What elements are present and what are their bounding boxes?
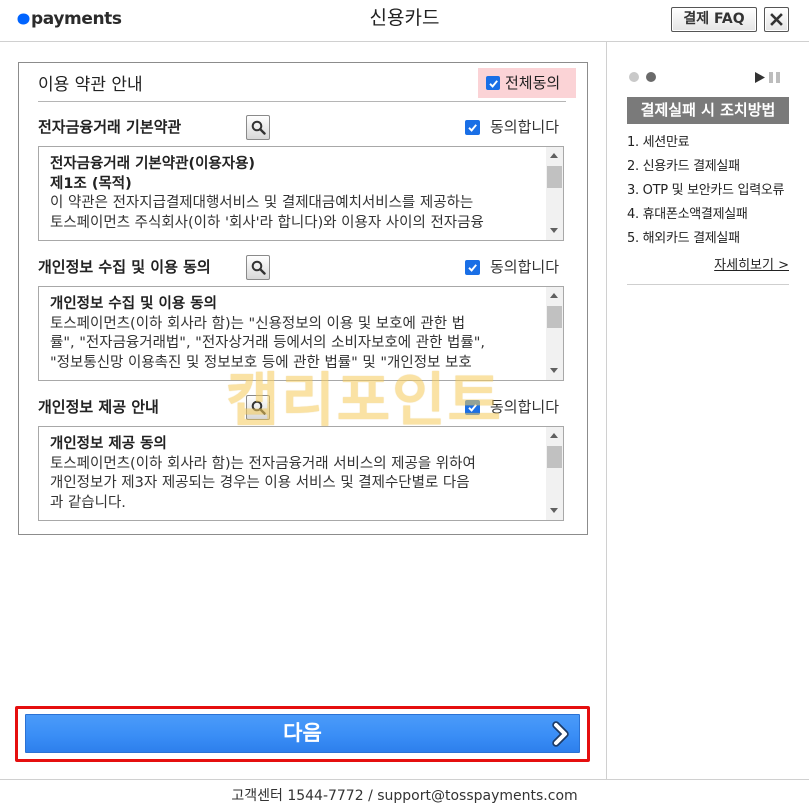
play-icon[interactable] [755,72,765,83]
terms-heading: 이용 약관 안내 [38,75,143,95]
checkmark-icon [488,79,498,88]
view-terms-button[interactable] [246,255,270,280]
search-icon [251,400,266,415]
scroll-up-arrow-icon[interactable] [550,293,558,298]
scrollbar-thumb[interactable] [547,446,562,468]
terms-line: "정보통신망 이용촉진 및 정보보호 등에 관한 법률" 및 "개인정보 보호 [50,355,472,372]
help-divider [627,284,789,285]
agree-checkbox[interactable] [465,400,480,415]
panel-divider [606,42,607,779]
scroll-up-arrow-icon[interactable] [550,433,558,438]
close-button[interactable] [764,7,789,32]
section-title: 개인정보 제공 안내 [38,398,159,416]
carousel-dot[interactable] [646,72,656,82]
terms-line: 토스페이먼츠 주식회사(이하 '회사'라 합니다)와 이용자 사이의 전자금융 [50,215,484,232]
terms-line: 률", "전자금융거래법", "전자상거래 등에서의 소비자보호에 관한 법률"… [50,335,486,352]
carousel-dot[interactable] [629,72,639,82]
help-list-item: 3. OTP 및 보안카드 입력오류 [627,183,785,198]
close-icon [770,13,783,26]
terms-line: 개인정보 제공 동의 [50,436,167,452]
help-list: 1. 세션만료 2. 신용카드 결제실패 3. OTP 및 보안카드 입력오류 … [627,131,797,251]
terms-line: 제1조 (목적) [50,175,132,192]
pause-icon[interactable] [769,72,780,83]
agree-all-label[interactable]: 전체동의 [505,73,560,93]
terms-panel: 이용 약관 안내 전체동의 전자금융거래 기본약관 동의합니다 전자금융거래 기… [18,62,588,535]
help-list-item: 5. 해외카드 결제실패 [627,231,740,246]
terms-text-area[interactable]: 전자금융거래 기본약관(이용자용) 제1조 (목적) 이 약관은 전자지급결제대… [38,146,564,241]
terms-line: 토스페이먼츠(이하 회사라 함)는 전자금융거래 서비스의 제공을 위하여 [50,455,476,472]
help-title: 결제실패 시 조치방법 [627,97,789,124]
terms-section: 개인정보 수집 및 이용 동의 동의합니다 개인정보 수집 및 이용 동의 토스… [19,253,587,383]
section-title: 개인정보 수집 및 이용 동의 [38,258,211,276]
checkmark-icon [468,404,477,412]
heading-divider [38,101,566,102]
checkmark-icon [468,264,477,272]
terms-line: 과 같습니다. [50,495,126,512]
scrollbar[interactable] [546,427,563,520]
scroll-down-arrow-icon[interactable] [550,508,558,513]
view-terms-button[interactable] [246,115,270,140]
scroll-down-arrow-icon[interactable] [550,228,558,233]
terms-section: 전자금융거래 기본약관 동의합니다 전자금융거래 기본약관(이용자용) 제1조 … [19,113,587,243]
terms-text: 전자금융거래 기본약관(이용자용) 제1조 (목적) 이 약관은 전자지급결제대… [50,155,541,234]
view-terms-button[interactable] [246,395,270,420]
search-icon [251,260,266,275]
terms-section: 개인정보 제공 안내 동의합니다 개인정보 제공 동의 토스페이먼츠(이하 회사… [19,393,587,523]
terms-text: 개인정보 수집 및 이용 동의 토스페이먼츠(이하 회사라 함)는 "신용정보의… [50,295,541,374]
agree-label[interactable]: 동의합니다 [490,116,559,138]
agree-checkbox[interactable] [465,260,480,275]
scrollbar[interactable] [546,147,563,240]
scrollbar[interactable] [546,287,563,380]
help-list-item: 1. 세션만료 [627,135,690,150]
terms-line: 이 약관은 전자지급결제대행서비스 및 결제대금예치서비스를 제공하는 [50,195,474,212]
search-icon [251,120,266,135]
scrollbar-thumb[interactable] [547,306,562,328]
next-button[interactable]: 다음 [25,714,580,753]
terms-line: 토스페이먼츠(이하 회사라 함)는 "신용정보의 이용 및 보호에 관한 법 [50,315,466,332]
terms-line: 개인정보가 제3자 제공되는 경우는 이용 서비스 및 결제수단별로 다음 [50,475,470,492]
terms-text-area[interactable]: 개인정보 수집 및 이용 동의 토스페이먼츠(이하 회사라 함)는 "신용정보의… [38,286,564,381]
customer-center-info: 고객센터 1544-7772 / support@tosspayments.co… [231,788,578,804]
footer-divider [0,779,809,780]
chevron-right-icon [552,721,569,747]
scrollbar-thumb[interactable] [547,166,562,188]
scroll-down-arrow-icon[interactable] [550,368,558,373]
help-list-item: 2. 신용카드 결제실패 [627,159,740,174]
scroll-up-arrow-icon[interactable] [550,153,558,158]
terms-text-area[interactable]: 개인정보 제공 동의 토스페이먼츠(이하 회사라 함)는 전자금융거래 서비스의… [38,426,564,521]
checkmark-icon [468,124,477,132]
help-list-item: 4. 휴대폰소액결제실패 [627,207,748,222]
next-button-label: 다음 [283,721,322,745]
terms-line: 개인정보 수집 및 이용 동의 [50,296,217,312]
agree-all-checkbox[interactable] [486,76,500,90]
terms-line: 전자금융거래 기본약관(이용자용) [50,156,256,172]
header-divider [0,41,809,42]
agree-label[interactable]: 동의합니다 [490,396,559,418]
agree-all-toggle[interactable]: 전체동의 [478,68,576,98]
section-title: 전자금융거래 기본약관 [38,118,182,136]
agree-checkbox[interactable] [465,120,480,135]
agree-label[interactable]: 동의합니다 [490,256,559,278]
faq-button[interactable]: 결제 FAQ [671,7,757,32]
terms-text: 개인정보 제공 동의 토스페이먼츠(이하 회사라 함)는 전자금융거래 서비스의… [50,435,541,514]
more-details-link[interactable]: 자세히보기 > [627,256,789,276]
